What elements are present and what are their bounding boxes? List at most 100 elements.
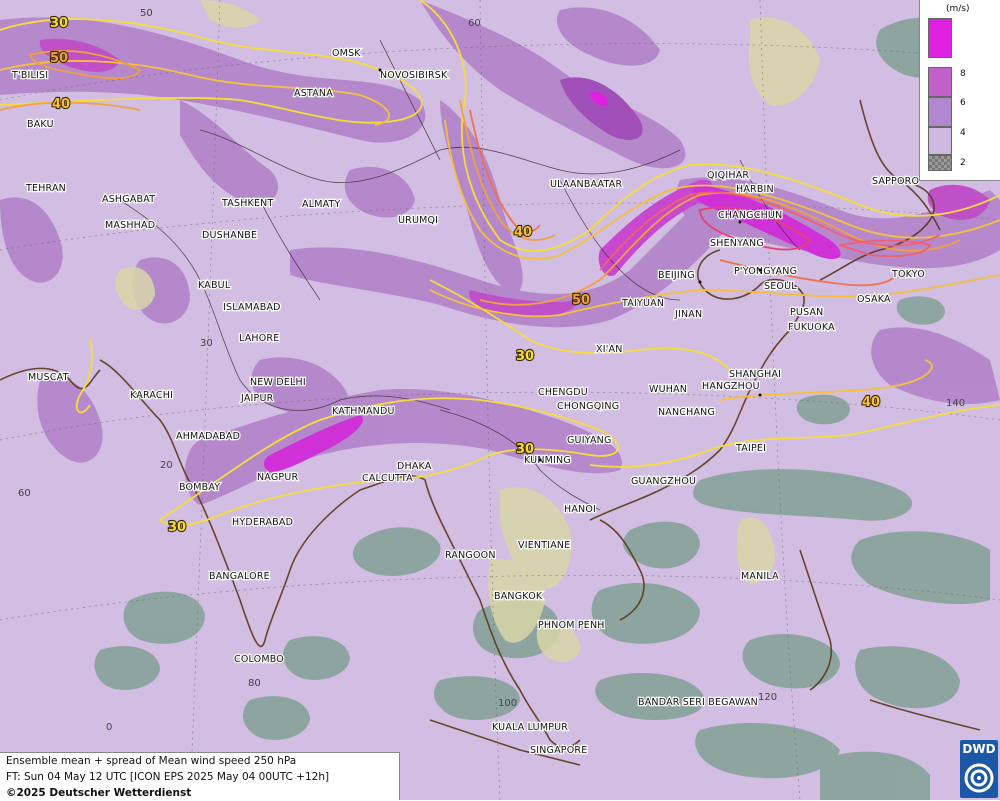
city-label: KARACHI (130, 390, 173, 401)
legend-swatch (928, 127, 952, 155)
city-label: OMSK (332, 48, 361, 59)
weather-map: 50 60 30 20 60 80 0 100 120 140 30 50 40… (0, 0, 1000, 800)
city-label: HARBIN (736, 184, 774, 195)
caption-forecast-time: FT: Sun 04 May 12 UTC [ICON EPS 2025 May… (6, 769, 399, 785)
city-label: ALMATY (302, 199, 341, 210)
city-label: QIQIHAR (707, 170, 749, 181)
dwd-logo: DWD (960, 740, 998, 798)
city-label: KUALA LUMPUR (492, 722, 568, 733)
legend: (m/s) 8 6 4 2 (919, 0, 1000, 181)
grid-label: 20 (160, 460, 173, 471)
city-label: HANOI (564, 504, 596, 515)
city-label: SINGAPORE (530, 745, 587, 756)
legend-label: 6 (960, 98, 966, 108)
city-label: ASTANA (294, 88, 333, 99)
city-label: PHNOM PENH (538, 620, 605, 631)
grid-label: 60 (468, 18, 481, 29)
dwd-logo-swirl-icon (960, 758, 998, 798)
city-label: TEHRAN (25, 183, 66, 194)
map-caption: Ensemble mean + spread of Mean wind spee… (0, 752, 400, 800)
contour-label: 30 (168, 520, 186, 535)
city-label: OSAKA (857, 294, 891, 305)
city-label: P'YONGYANG (734, 266, 797, 277)
city-label: FUKUOKA (788, 322, 835, 333)
city-label: JAIPUR (240, 393, 274, 404)
city-label: MANILA (741, 571, 779, 582)
legend-swatch (928, 97, 952, 127)
grid-label: 60 (18, 488, 31, 499)
city-label: MASHHAD (105, 220, 155, 231)
city-label: KABUL (198, 280, 231, 291)
city-label: TAIPEI (735, 443, 766, 454)
legend-label: 2 (960, 158, 966, 168)
city-label: ASHGABAT (102, 194, 155, 205)
legend-swatch (928, 18, 952, 58)
city-label: TASHKENT (221, 198, 273, 209)
city-label: SHENYANG (710, 238, 764, 249)
city-label: CHANGCHUN (718, 210, 782, 221)
legend-label: 8 (960, 69, 966, 79)
caption-title: Ensemble mean + spread of Mean wind spee… (6, 753, 399, 769)
city-label: TOKYO (891, 269, 925, 280)
city-label: ISLAMABAD (223, 302, 281, 313)
contour-label: 30 (50, 16, 68, 31)
city-label: RANGOON (445, 550, 496, 561)
city-label: URUMQI (398, 215, 438, 226)
legend-swatch (928, 67, 952, 97)
city-label: HANGZHOU (702, 381, 760, 392)
contour-label: 40 (514, 225, 532, 240)
city-label: COLOMBO (234, 654, 284, 665)
city-label: NOVOSIBIRSK (380, 70, 448, 81)
contour-label: 30 (516, 349, 534, 364)
city-label: TAIYUAN (621, 298, 664, 309)
city-label: GUANGZHOU (631, 476, 696, 487)
city-label: CHENGDU (538, 387, 588, 398)
city-label: SEOUL (764, 281, 797, 292)
city-label: NANCHANG (658, 407, 715, 418)
city-label: CALCUTTA (362, 473, 413, 484)
caption-copyright: ©2025 Deutscher Wetterdienst (6, 785, 399, 801)
contour-label: 40 (862, 395, 880, 410)
grid-label: 0 (106, 722, 112, 733)
legend-label: 4 (960, 128, 966, 138)
city-label: AHMADABAD (176, 431, 240, 442)
city-label: BEIJING (658, 270, 695, 281)
dwd-logo-text: DWD (960, 742, 998, 756)
city-label: CHONGQING (557, 401, 619, 412)
city-label: HYDERABAD (232, 517, 293, 528)
grid-label: 100 (498, 698, 517, 709)
city-label: SAPPORO (872, 176, 919, 187)
city-label: PUSAN (790, 307, 824, 318)
city-label: NEW DELHI (250, 377, 306, 388)
contour-label: 50 (50, 51, 68, 66)
grid-label: 120 (758, 692, 777, 703)
city-label: JINAN (674, 309, 702, 320)
legend-swatch (928, 155, 952, 171)
legend-unit: (m/s) (946, 4, 970, 14)
city-label: ULAANBAATAR (550, 179, 622, 190)
city-label: GUIYANG (567, 435, 612, 446)
city-label: T'BILISI (11, 70, 48, 81)
city-label: BANGALORE (209, 571, 270, 582)
city-label: BAKU (27, 119, 54, 130)
city-label: BANGKOK (494, 591, 543, 602)
grid-label: 80 (248, 678, 261, 689)
grid-label: 140 (946, 398, 965, 409)
city-label: VIENTIANE (518, 540, 570, 551)
city-label: BOMBAY (179, 482, 220, 493)
grid-label: 30 (200, 338, 213, 349)
city-label: DHAKA (397, 461, 432, 472)
city-label: KATHMANDU (332, 406, 395, 417)
city-label: LAHORE (239, 333, 279, 344)
contour-label: 50 (572, 293, 590, 308)
city-label: DUSHANBE (202, 230, 257, 241)
city-label: SHANGHAI (729, 369, 781, 380)
grid-label: 50 (140, 8, 153, 19)
contour-label: 40 (52, 97, 70, 112)
city-label: NAGPUR (257, 472, 298, 483)
city-label: XI'AN (596, 344, 623, 355)
city-label: WUHAN (649, 384, 687, 395)
city-label: BANDAR SERI BEGAWAN (638, 697, 758, 708)
city-label: MUSCAT (28, 372, 69, 383)
city-label: KUNMING (524, 455, 571, 466)
